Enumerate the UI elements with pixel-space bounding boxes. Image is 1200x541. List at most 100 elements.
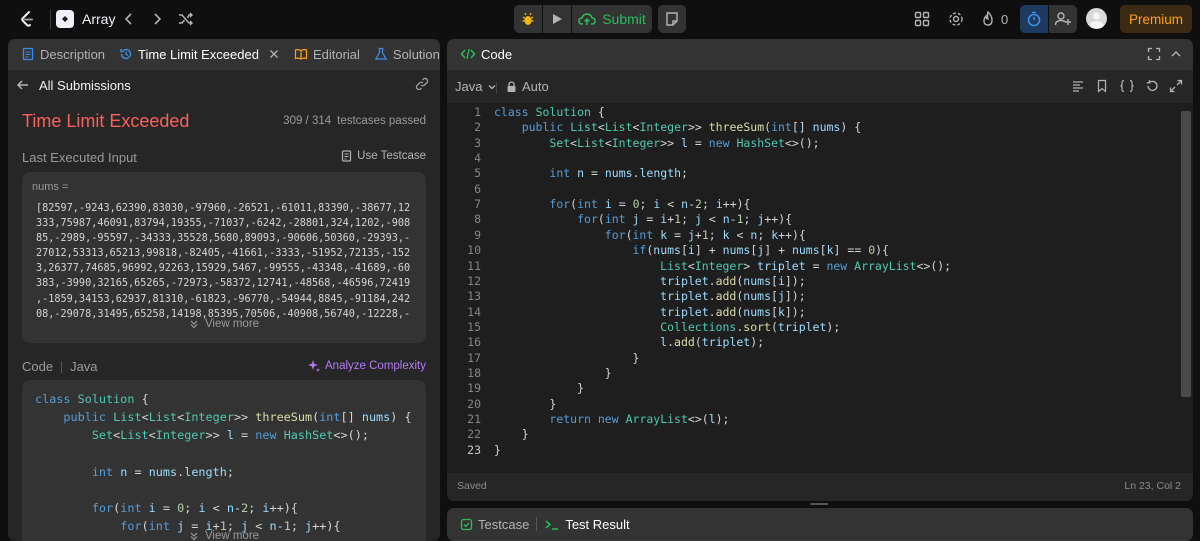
line-number: 3 [474, 135, 481, 150]
input-line: 383,-3990,32165,65265,-72973,-58372,1274… [36, 278, 411, 290]
code-line: for(int i = 0; i < n-2; i++){ [549, 197, 751, 212]
submission-status: Time Limit Exceeded [22, 111, 190, 131]
line-number: 14 [467, 304, 481, 319]
code-line: triplet.add(nums[k]); [660, 304, 806, 319]
layout-button[interactable] [912, 9, 932, 29]
avatar[interactable] [1086, 8, 1107, 29]
bug-icon [522, 12, 534, 25]
code-line: return new ArrayList<>(l); [549, 412, 730, 426]
streak-button[interactable]: 0 [980, 9, 1008, 29]
maximize-button[interactable] [1147, 47, 1161, 64]
line-number: 21 [467, 412, 481, 426]
tab-solutions[interactable]: Solutions [367, 39, 440, 70]
input-line: [82597,-9243,62390,83030,-97960,-26521,-… [36, 203, 411, 214]
view-more-button-2[interactable]: View more [22, 530, 426, 541]
leetcode-logo-icon[interactable] [16, 8, 38, 30]
collapse-button[interactable] [1169, 47, 1183, 64]
editor-scrollbar[interactable] [1181, 111, 1191, 397]
submitted-code-line [35, 481, 412, 499]
chevron-up-icon [1171, 51, 1181, 57]
stopwatch-icon [1027, 11, 1041, 27]
use-testcase-button[interactable]: Use Testcase [340, 149, 426, 162]
input-line: 3,26377,74685,96992,92263,15929,5467,-99… [36, 263, 411, 275]
code-line: List<Integer> triplet = new ArrayList<>(… [660, 258, 952, 273]
language-select[interactable]: Java [455, 79, 497, 94]
premium-button[interactable]: Premium [1120, 5, 1192, 33]
braces-icon[interactable] [1119, 79, 1135, 93]
history-icon [120, 48, 132, 60]
code-line: } [632, 350, 640, 365]
line-number: 23 [467, 442, 481, 457]
tab-submission[interactable]: Time Limit Exceeded [112, 39, 287, 70]
code-line: } [604, 365, 612, 380]
last-input-box: nums = [82597,-9243,62390,83030,-97960,-… [22, 172, 426, 343]
tab-testcase[interactable]: Testcase [453, 508, 536, 541]
add-user-icon [1054, 12, 1071, 26]
random-problem-button[interactable] [176, 9, 196, 29]
code-editor-panel: Code Java Auto 1 class Solution {2 public… [447, 39, 1193, 501]
run-button[interactable] [543, 5, 571, 33]
line-number: 2 [474, 120, 481, 135]
auto-mode-toggle[interactable]: Auto [506, 79, 549, 94]
input-line: 27012,53313,65213,99818,-82405,-41661,-3… [36, 248, 411, 260]
auto-mode-label: Auto [522, 79, 549, 94]
submitted-code: class Solution { public List<List<Intege… [35, 390, 412, 536]
submitted-code-line: int n = nums.length; [91, 464, 234, 479]
flask-icon [374, 47, 387, 60]
tab-test-result-label: Test Result [565, 516, 630, 532]
code-editor[interactable]: 1 class Solution {2 public List<List<Inte… [447, 103, 1193, 473]
submitted-code-line: for(int i = 0; i < n-2; i++){ [91, 501, 298, 516]
problem-list-button[interactable]: Array [56, 9, 115, 29]
chevron-double-down-icon [190, 532, 198, 541]
code-line: } [577, 381, 585, 396]
chevron-right-icon [154, 13, 162, 25]
tab-test-result[interactable]: Test Result [537, 508, 636, 541]
line-number: 10 [467, 243, 481, 258]
timer-button[interactable] [1020, 5, 1048, 33]
checkbox-icon [460, 518, 473, 530]
view-more-label-2: View more [204, 530, 260, 541]
prev-problem-button[interactable] [120, 9, 138, 29]
tab-code[interactable]: Code [453, 39, 519, 70]
chevron-left-icon [124, 13, 132, 25]
code-icon [460, 48, 476, 60]
testcases-label: testcases passed [337, 115, 426, 127]
sparkle-icon [308, 360, 321, 372]
next-problem-button[interactable] [148, 9, 166, 29]
reset-icon[interactable] [1145, 79, 1159, 93]
tab-description[interactable]: Description [14, 39, 112, 70]
bookmark-icon[interactable] [1095, 79, 1109, 93]
tab-submission-label: Time Limit Exceeded [138, 46, 259, 62]
problem-list-label: Array [82, 11, 116, 27]
share-link-button[interactable] [414, 76, 432, 94]
settings-button[interactable] [946, 9, 966, 29]
code-line: if(nums[i] + nums[j] + nums[k] == 0){ [632, 243, 889, 258]
line-number: 22 [467, 427, 481, 442]
code-line: Collections.sort(triplet); [660, 319, 841, 334]
resize-handle[interactable] [810, 503, 828, 505]
close-icon[interactable] [268, 48, 280, 60]
analyze-complexity-button[interactable]: Analyze Complexity [307, 359, 426, 373]
last-executed-input-heading: Last Executed Input [22, 150, 137, 165]
editor-toolbar: Java Auto [447, 71, 1193, 103]
gear-icon [949, 12, 963, 26]
debug-button[interactable] [514, 5, 542, 33]
line-number: 20 [467, 396, 481, 411]
code-line: } [494, 442, 501, 457]
submit-button[interactable]: Submit [572, 5, 652, 33]
fullscreen-icon[interactable] [1169, 79, 1183, 93]
code-line: for(int k = j+1; k < n; k++){ [604, 227, 806, 242]
all-submissions-link[interactable]: All Submissions [15, 75, 131, 95]
input-value: [82597,-9243,62390,83030,-97960,-26521,-… [36, 201, 410, 322]
notes-button[interactable] [658, 5, 686, 33]
note-icon [666, 12, 678, 26]
view-more-button[interactable]: View more [22, 318, 426, 330]
line-number: 16 [467, 335, 481, 350]
line-number: 7 [474, 197, 481, 212]
invite-button[interactable] [1049, 5, 1077, 33]
cloud-upload-icon [578, 13, 596, 25]
editor-tabs: Code [447, 39, 1193, 70]
format-align-icon[interactable] [1071, 79, 1085, 93]
streak-count: 0 [1001, 11, 1009, 27]
tab-editorial[interactable]: Editorial [287, 39, 367, 70]
